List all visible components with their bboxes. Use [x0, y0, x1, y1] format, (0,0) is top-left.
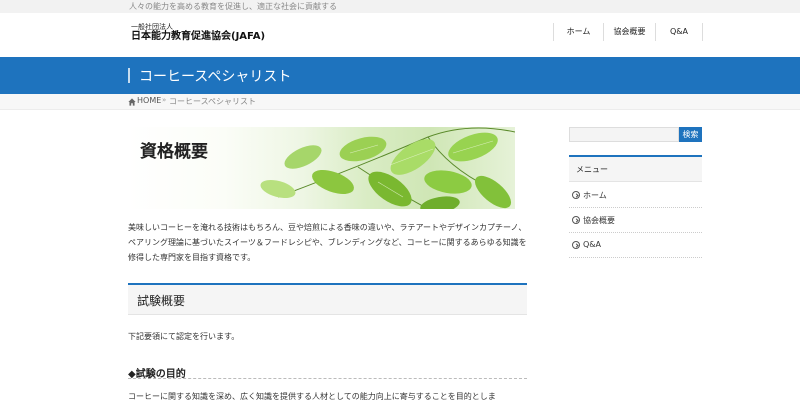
- breadcrumb-home-link[interactable]: HOME: [137, 96, 161, 105]
- nav-item-about[interactable]: 協会概要: [604, 23, 656, 41]
- breadcrumb-separator: »: [162, 96, 167, 104]
- site-header: 一般社団法人 日本能力教育促進協会(JAFA) ホーム 協会概要 Q&A: [0, 13, 800, 57]
- home-icon: [128, 98, 136, 106]
- sidebar-item-label: ホーム: [583, 191, 607, 200]
- search-button[interactable]: 検索: [679, 127, 702, 142]
- subsection-text: コーヒーに関する知識を深め、広く知識を提供する人材としての能力向上に寄与すること…: [128, 392, 496, 400]
- site-logo[interactable]: 一般社団法人 日本能力教育促進協会(JAFA): [131, 23, 265, 43]
- title-accent-bar: [128, 68, 130, 83]
- section-text: 下記要領にて認定を行います。: [128, 332, 240, 341]
- chevron-right-circle-icon: [572, 191, 580, 199]
- breadcrumb: HOME » コーヒースペシャリスト: [0, 94, 800, 110]
- section-heading-box: 試験概要: [128, 283, 527, 315]
- subheading-box: ◆試験の目的: [128, 362, 527, 380]
- intro-paragraph: 美味しいコーヒーを淹れる技術はもちろん、豆や焙煎による香味の違いや、ラテアートや…: [128, 223, 527, 262]
- nav-item-home[interactable]: ホーム: [554, 23, 604, 41]
- search-input[interactable]: [569, 127, 679, 142]
- chevron-right-circle-icon: [572, 216, 580, 224]
- sidebar-menu-title: メニュー: [576, 165, 608, 174]
- section-heading: 試験概要: [137, 294, 186, 308]
- breadcrumb-current: コーヒースペシャリスト: [169, 97, 257, 106]
- global-nav: ホーム 協会概要 Q&A: [553, 23, 703, 41]
- sidebar-menu: ホーム 協会概要 Q&A: [569, 183, 702, 258]
- top-bar: 人々の能力を高める教育を促進し、適正な社会に貢献する: [0, 0, 800, 13]
- page-title: コーヒースペシャリスト: [139, 69, 292, 85]
- hero-title: 資格概要: [140, 142, 208, 162]
- sidebar-item-qa[interactable]: Q&A: [569, 233, 702, 258]
- logo-title: 日本能力教育促進協会(JAFA): [131, 31, 266, 42]
- sidebar-item-label: Q&A: [583, 240, 602, 249]
- logo-subtitle: 一般社団法人: [131, 23, 173, 31]
- nav-item-qa[interactable]: Q&A: [656, 23, 703, 41]
- page-title-bar: コーヒースペシャリスト: [0, 57, 800, 94]
- chevron-right-circle-icon: [572, 241, 580, 249]
- hero-image: 資格概要: [128, 127, 515, 209]
- sidebar-item-about[interactable]: 協会概要: [569, 208, 702, 233]
- sidebar-item-home[interactable]: ホーム: [569, 183, 702, 208]
- site-tagline: 人々の能力を高める教育を促進し、適正な社会に貢献する: [129, 2, 337, 11]
- subheading: ◆試験の目的: [128, 369, 186, 380]
- sidebar-menu-heading: メニュー: [569, 155, 702, 182]
- sidebar-item-label: 協会概要: [583, 216, 615, 225]
